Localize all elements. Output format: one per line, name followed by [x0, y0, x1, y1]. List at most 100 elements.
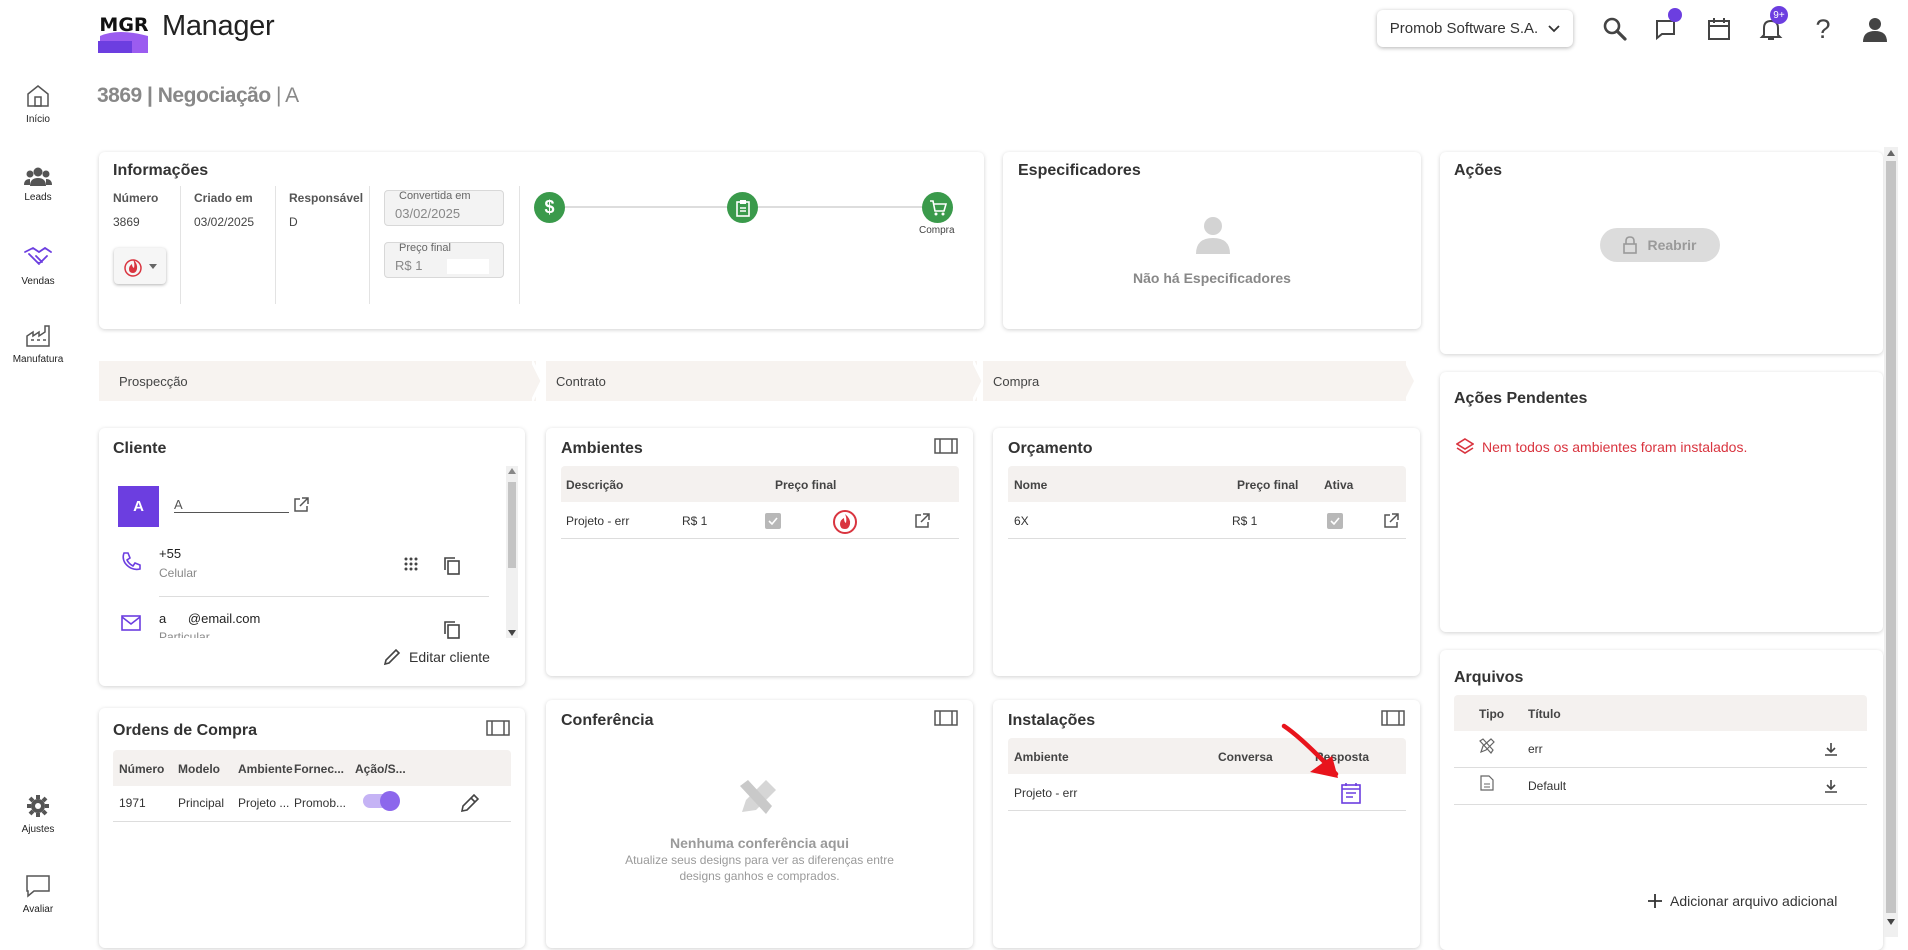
arquivos-title: Arquivos	[1454, 669, 1524, 686]
acoes-pendentes-warning[interactable]: Nem todos os ambientes foram instalados.	[1482, 439, 1747, 455]
fire-status-icon[interactable]	[832, 509, 858, 535]
sidebar-item-ajustes[interactable]: Ajustes	[0, 794, 76, 835]
scroll-up-icon	[1887, 150, 1895, 156]
conferencia-empty-line1: Atualize seus designs para ver as difere…	[625, 853, 894, 867]
sidebar-item-vendas[interactable]: Vendas	[0, 246, 76, 287]
deal-type: Negociação	[157, 84, 271, 107]
download-icon[interactable]	[1824, 779, 1838, 793]
info-title: Informações	[113, 162, 209, 179]
scroll-thumb[interactable]	[508, 482, 516, 568]
client-phone-type: Celular	[159, 566, 198, 580]
external-link-icon[interactable]	[293, 497, 309, 513]
dialpad-icon[interactable]	[404, 557, 418, 573]
responsavel-value: D	[289, 215, 298, 229]
file-title[interactable]: Default	[1528, 779, 1566, 793]
sidebar-item-label: Vendas	[21, 276, 55, 287]
notifications-badge: 9+	[1770, 6, 1788, 24]
page-title: 3869 | Negociação | A	[97, 84, 299, 107]
expand-panel-icon[interactable]	[486, 720, 510, 736]
copy-icon[interactable]	[444, 557, 460, 575]
step-compra-label: Compra	[919, 225, 955, 236]
sidebar-item-label: Manufatura	[12, 354, 64, 365]
conferencia-empty-line2: designs ganhos e comprados.	[679, 869, 840, 883]
bell-icon[interactable]: 9+	[1756, 6, 1788, 44]
ordens-title: Ordens de Compra	[113, 722, 258, 739]
cliente-card: Cliente A A +55 Celular a @email.com Par…	[99, 428, 525, 686]
preco-final-label: Preço final	[399, 242, 451, 254]
user-icon[interactable]	[1860, 14, 1890, 44]
plus-icon	[1648, 894, 1662, 908]
client-email: a @email.com	[159, 611, 261, 626]
responsavel-label: Responsável	[289, 191, 364, 205]
checkbox-icon[interactable]	[765, 513, 781, 529]
ordem-numero: 1971	[119, 796, 146, 810]
annotation-arrow-icon	[1280, 722, 1350, 786]
search-icon[interactable]	[1600, 14, 1630, 44]
client-name-link[interactable]: A	[174, 498, 289, 513]
email-icon	[121, 615, 141, 631]
pipeline-stage-contrato[interactable]: Contrato	[546, 361, 977, 401]
pencil-icon[interactable]	[460, 793, 480, 813]
reabrir-button[interactable]: Reabrir	[1600, 228, 1720, 262]
instalacoes-title: Instalações	[1008, 712, 1096, 729]
pipeline-stage-compra[interactable]: Compra	[983, 361, 1406, 401]
cliente-title: Cliente	[113, 440, 167, 457]
external-link-icon[interactable]	[914, 513, 930, 529]
scroll-down-icon	[508, 630, 516, 636]
especificadores-title: Especificadores	[1018, 162, 1141, 179]
sidebar-item-label: Avaliar	[22, 904, 54, 915]
pencil-icon	[383, 648, 401, 666]
sidebar-item-manufatura[interactable]: Manufatura	[0, 324, 76, 365]
checkbox-icon[interactable]	[1327, 513, 1343, 529]
expand-panel-icon[interactable]	[934, 710, 958, 726]
ordens-card: Ordens de Compra Número Modelo Ambiente …	[99, 708, 525, 948]
sidebar-item-inicio[interactable]: Início	[0, 84, 76, 125]
page-scrollbar[interactable]	[1884, 147, 1898, 937]
ordem-ambiente: Projeto ...	[238, 796, 290, 810]
numero-label: Número	[113, 191, 159, 205]
page-scroll-thumb[interactable]	[1886, 161, 1896, 913]
avatar: A	[118, 486, 159, 527]
gear-icon	[0, 794, 76, 818]
add-file-button[interactable]: Adicionar arquivo adicional	[1648, 893, 1837, 909]
company-selector[interactable]: Promob Software S.A.	[1377, 10, 1573, 47]
orcamento-nome: 6X	[1014, 514, 1029, 528]
expand-panel-icon[interactable]	[934, 438, 958, 454]
deal-client: A	[285, 84, 299, 107]
copy-icon[interactable]	[444, 621, 460, 639]
user-placeholder-icon	[1193, 214, 1233, 254]
design-tools-icon	[736, 778, 778, 820]
sidebar-item-leads[interactable]: Leads	[0, 166, 76, 203]
file-title[interactable]: err	[1528, 742, 1543, 756]
client-scrollbar[interactable]	[506, 466, 518, 638]
especificadores-empty: Não há Especificadores	[1133, 270, 1291, 286]
convertida-label: Convertida em	[399, 190, 471, 202]
edit-client-button[interactable]: Editar cliente	[383, 648, 490, 666]
sidebar-item-label: Leads	[24, 192, 52, 203]
temperature-selector[interactable]	[114, 248, 166, 284]
acoes-title: Ações	[1454, 162, 1503, 179]
orcamento-preco: R$ 1	[1232, 514, 1258, 528]
expand-panel-icon[interactable]	[1381, 710, 1405, 726]
criado-label: Criado em	[194, 191, 253, 205]
scroll-up-icon	[508, 468, 516, 474]
conferencia-card: Conferência Nenhuma conferência aqui Atu…	[546, 700, 973, 948]
sidebar-item-avaliar[interactable]: Avaliar	[0, 874, 76, 915]
external-link-icon[interactable]	[1383, 513, 1399, 529]
handshake-icon	[0, 246, 76, 270]
ordem-toggle[interactable]	[363, 791, 400, 811]
pipeline-stage-prospeccao[interactable]: Prospecção	[99, 361, 536, 401]
help-icon[interactable]: ?	[1808, 14, 1838, 44]
info-card: Informações Número 3869 Criado em 03/02/…	[99, 152, 984, 329]
download-icon[interactable]	[1824, 742, 1838, 756]
phone-icon	[121, 551, 141, 571]
calendar-icon[interactable]	[1704, 14, 1734, 44]
messages-icon[interactable]	[1652, 8, 1682, 44]
criado-value: 03/02/2025	[194, 215, 255, 229]
conferencia-title: Conferência	[561, 712, 654, 729]
home-icon	[0, 84, 76, 108]
factory-icon	[0, 324, 76, 348]
users-icon	[0, 166, 76, 186]
logo-text: MGR	[99, 14, 149, 36]
app-logo[interactable]: MGR	[98, 6, 150, 53]
